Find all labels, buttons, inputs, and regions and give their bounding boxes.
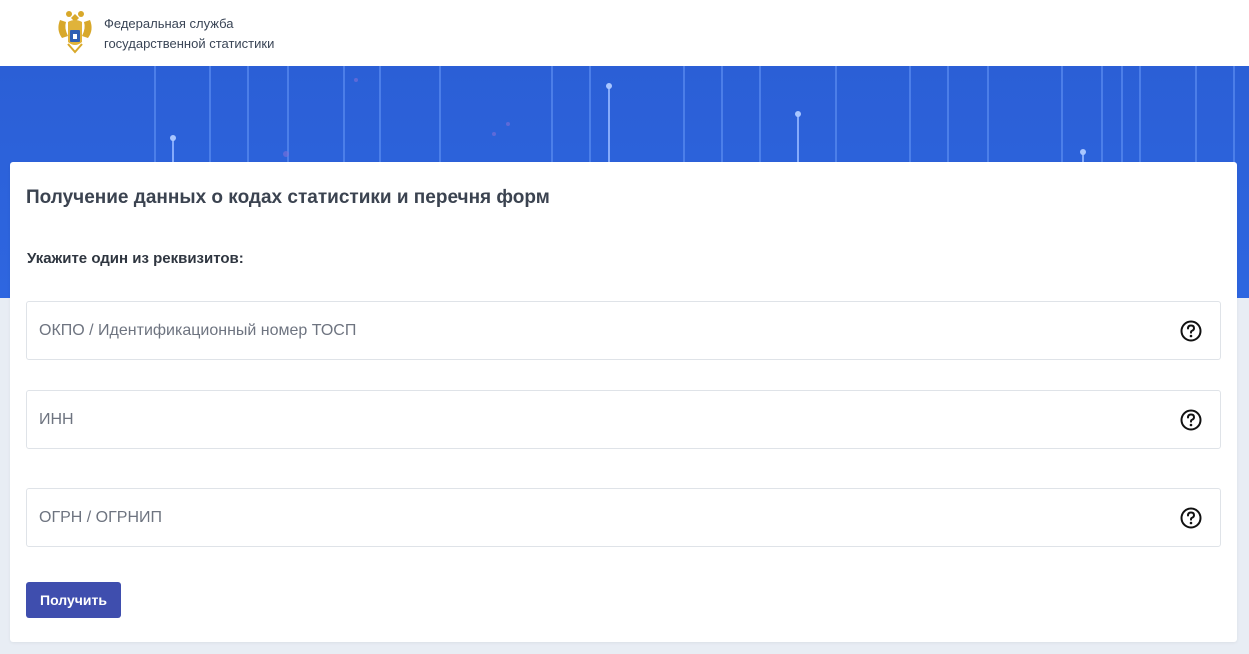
okpo-input[interactable] [27, 302, 1220, 359]
org-name-line2: государственной статистики [104, 36, 275, 51]
inn-input[interactable] [27, 391, 1220, 448]
org-name[interactable]: Федеральная служба государственной стати… [104, 14, 274, 54]
inn-field [26, 390, 1221, 449]
question-circle-icon[interactable] [1180, 507, 1202, 529]
okpo-field [26, 301, 1221, 360]
form-card: Получение данных о кодах статистики и пе… [10, 162, 1237, 642]
form-subtitle: Укажите один из реквизитов: [27, 250, 244, 267]
page-title: Получение данных о кодах статистики и пе… [26, 187, 550, 208]
ogrn-field [26, 488, 1221, 547]
question-circle-icon[interactable] [1180, 320, 1202, 342]
org-name-line1: Федеральная служба [104, 16, 234, 31]
site-header: Федеральная служба государственной стати… [0, 0, 1249, 66]
ogrn-input[interactable] [27, 489, 1220, 546]
question-circle-icon[interactable] [1180, 409, 1202, 431]
eagle-emblem-icon[interactable] [52, 8, 98, 58]
submit-button[interactable]: Получить [26, 582, 121, 618]
